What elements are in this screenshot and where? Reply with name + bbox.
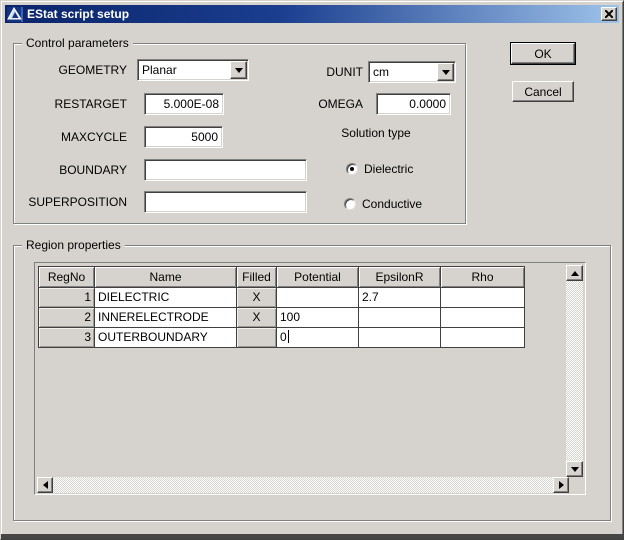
app-triangle-icon: [7, 7, 23, 22]
arrow-right-icon: [559, 481, 568, 489]
window-bottom-edge: [1, 534, 623, 539]
restarget-field[interactable]: 5.000E-08: [144, 93, 224, 115]
arrow-down-icon: [571, 467, 579, 476]
restarget-label: RESTARGET: [11, 93, 127, 115]
column-header-rho[interactable]: Rho: [441, 267, 525, 288]
region-properties-label: Region properties: [22, 238, 125, 252]
dielectric-radio-label: Dielectric: [364, 162, 413, 176]
scroll-right-button[interactable]: [553, 477, 569, 493]
arrow-up-icon: [571, 267, 579, 276]
cancel-button[interactable]: Cancel: [512, 81, 574, 102]
horizontal-scrollbar[interactable]: [37, 477, 569, 493]
epsilonr-cell[interactable]: [359, 308, 441, 328]
column-header-epsilonr[interactable]: EpsilonR: [359, 267, 441, 288]
column-header-filled[interactable]: Filled: [237, 267, 277, 288]
dunit-dropdown[interactable]: cm: [368, 61, 456, 83]
filled-cell[interactable]: X: [237, 288, 277, 308]
chevron-down-icon: [235, 68, 243, 77]
regno-cell: 3: [39, 328, 95, 348]
table-row: 2 INNERELECTRODE X 100: [39, 308, 525, 328]
geometry-dropdown[interactable]: Planar: [137, 59, 249, 81]
epsilonr-cell[interactable]: 2.7: [359, 288, 441, 308]
potential-cell[interactable]: 100: [277, 308, 359, 328]
filled-cell[interactable]: X: [237, 308, 277, 328]
omega-field[interactable]: 0.0000: [376, 93, 451, 115]
epsilonr-cell[interactable]: [359, 328, 441, 348]
chevron-down-icon: [442, 70, 450, 79]
regno-cell: 2: [39, 308, 95, 328]
rho-cell[interactable]: [441, 288, 525, 308]
geometry-label: GEOMETRY: [11, 59, 127, 81]
close-x-icon: [605, 10, 613, 18]
column-header-potential[interactable]: Potential: [277, 267, 359, 288]
horizontal-scroll-track[interactable]: [53, 477, 553, 493]
name-cell[interactable]: OUTERBOUNDARY: [95, 328, 237, 348]
column-header-name[interactable]: Name: [95, 267, 237, 288]
text-caret: [288, 330, 289, 343]
name-cell[interactable]: DIELECTRIC: [95, 288, 237, 308]
conductive-radio-label: Conductive: [362, 197, 422, 211]
solution-type-label: Solution type: [301, 125, 451, 141]
column-header-regno[interactable]: RegNo: [39, 267, 95, 288]
omega-label: OMEGA: [263, 93, 363, 115]
control-parameters-label: Control parameters: [22, 36, 133, 50]
scroll-left-button[interactable]: [37, 477, 53, 493]
dunit-label: DUNIT: [263, 61, 363, 83]
region-table-grid: RegNo Name Filled Potential EpsilonR Rho…: [34, 262, 586, 495]
geometry-value: Planar: [138, 60, 229, 80]
rho-cell[interactable]: [441, 328, 525, 348]
superposition-label: SUPERPOSITION: [11, 191, 127, 213]
potential-cell-editing[interactable]: 0: [277, 328, 359, 348]
vertical-scrollbar[interactable]: [566, 265, 583, 477]
region-table: RegNo Name Filled Potential EpsilonR Rho…: [38, 266, 525, 348]
table-row: 3 OUTERBOUNDARY 0: [39, 328, 525, 348]
boundary-label: BOUNDARY: [11, 159, 127, 181]
potential-cell[interactable]: [277, 288, 359, 308]
potential-edit-value: 0: [280, 330, 287, 344]
table-row: 1 DIELECTRIC X 2.7: [39, 288, 525, 308]
superposition-field[interactable]: [144, 191, 307, 213]
rho-cell[interactable]: [441, 308, 525, 328]
conductive-radio-option[interactable]: Conductive: [344, 197, 422, 211]
estat-script-setup-dialog: EStat script setup Control parameters GE…: [0, 0, 624, 540]
name-cell[interactable]: INNERELECTRODE: [95, 308, 237, 328]
maxcycle-field[interactable]: 5000: [144, 126, 223, 148]
ok-button[interactable]: OK: [511, 43, 575, 64]
maxcycle-label: MAXCYCLE: [11, 126, 127, 148]
table-header-row: RegNo Name Filled Potential EpsilonR Rho: [39, 267, 525, 288]
boundary-field[interactable]: [144, 159, 307, 181]
geometry-dropdown-button[interactable]: [230, 61, 247, 79]
window-title: EStat script setup: [27, 7, 129, 21]
radio-unselected-icon[interactable]: [344, 198, 356, 210]
vertical-scroll-track[interactable]: [566, 281, 583, 461]
arrow-left-icon: [39, 481, 48, 489]
radio-selected-icon[interactable]: [346, 163, 358, 175]
filled-cell[interactable]: [237, 328, 277, 348]
regno-cell: 1: [39, 288, 95, 308]
dunit-value: cm: [369, 62, 436, 82]
dielectric-radio-option[interactable]: Dielectric: [346, 162, 413, 176]
scroll-down-button[interactable]: [566, 461, 583, 477]
title-bar[interactable]: EStat script setup: [5, 5, 619, 23]
scroll-up-button[interactable]: [566, 265, 583, 281]
dunit-dropdown-button[interactable]: [437, 63, 454, 81]
close-button[interactable]: [601, 7, 617, 21]
